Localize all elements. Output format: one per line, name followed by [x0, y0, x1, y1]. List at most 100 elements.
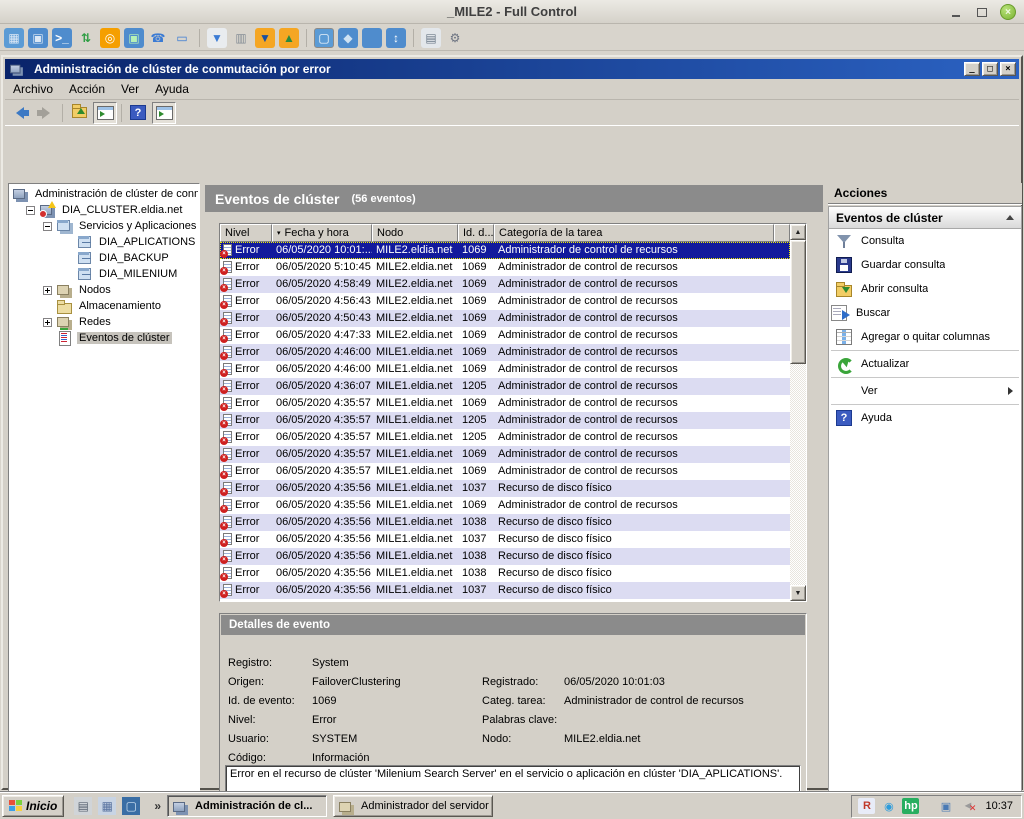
- help-button[interactable]: ?: [126, 102, 150, 124]
- display-config-icon[interactable]: ▦: [4, 28, 24, 48]
- hp-tray-icon[interactable]: hp: [902, 798, 919, 814]
- forward-button[interactable]: [34, 102, 58, 124]
- file-group-icon[interactable]: ▥: [231, 28, 251, 48]
- column-header-filler[interactable]: [774, 224, 790, 242]
- mmc-titlebar[interactable]: Administración de clúster de conmutación…: [5, 59, 1019, 79]
- back-button[interactable]: [8, 102, 32, 124]
- action-consulta[interactable]: Consulta: [829, 229, 1021, 253]
- task-cluster-admin[interactable]: Administración de cl...: [167, 795, 327, 817]
- event-row[interactable]: ×Error 06/05/2020 4:35:57 MILE1.eldia.ne…: [220, 463, 790, 480]
- show-desktop-icon[interactable]: ▢: [122, 797, 140, 815]
- scrollbar-track[interactable]: [790, 364, 806, 585]
- send-keys-icon[interactable]: ▣: [124, 28, 144, 48]
- scroll-up-button[interactable]: ▲: [790, 224, 806, 240]
- tree-item-dia-aplications[interactable]: DIA_APLICATIONS: [10, 234, 198, 250]
- fit-height-icon[interactable]: ↕: [386, 28, 406, 48]
- tree-expander[interactable]: [43, 222, 52, 231]
- column-header-1[interactable]: ▾Fecha y hora: [272, 224, 372, 242]
- event-row[interactable]: ×Error 06/05/2020 4:46:00 MILE1.eldia.ne…: [220, 361, 790, 378]
- tree-item-servicios-aplicaciones[interactable]: Servicios y Aplicaciones: [10, 218, 198, 234]
- event-row[interactable]: ×Error 06/05/2020 4:35:56 MILE1.eldia.ne…: [220, 531, 790, 548]
- event-row[interactable]: ×Error 06/05/2020 4:35:56 MILE1.eldia.ne…: [220, 548, 790, 565]
- up-one-level-button[interactable]: [67, 102, 91, 124]
- terminal-icon[interactable]: >_: [52, 28, 72, 48]
- mmc-maximize-button[interactable]: □: [982, 62, 998, 76]
- event-row[interactable]: ×Error 06/05/2020 10:01:... MILE2.eldia.…: [220, 242, 790, 259]
- upload-box-icon[interactable]: ▲: [279, 28, 299, 48]
- window-view-icon[interactable]: [362, 28, 382, 48]
- action-abrir-consulta[interactable]: Abrir consulta: [829, 277, 1021, 301]
- column-header-0[interactable]: Nivel: [220, 224, 272, 242]
- event-row[interactable]: ×Error 06/05/2020 4:58:49 MILE2.eldia.ne…: [220, 276, 790, 293]
- tree-item-redes[interactable]: Redes: [10, 314, 198, 330]
- scale-view-icon[interactable]: ▢: [314, 28, 334, 48]
- menu-ver[interactable]: Ver: [113, 80, 147, 98]
- show-console-tree-button[interactable]: [93, 102, 117, 124]
- actions-section-header[interactable]: Eventos de clúster: [829, 207, 1021, 229]
- event-row[interactable]: ×Error 06/05/2020 4:50:43 MILE2.eldia.ne…: [220, 310, 790, 327]
- event-row[interactable]: ×Error 06/05/2020 4:36:07 MILE1.eldia.ne…: [220, 378, 790, 395]
- tree-item-nodos[interactable]: Nodos: [10, 282, 198, 298]
- events-vertical-scrollbar[interactable]: ▲ ▼: [790, 224, 806, 601]
- fullscreen-icon[interactable]: ◆: [338, 28, 358, 48]
- column-header-4[interactable]: Categoría de la tarea: [494, 224, 774, 242]
- network-tray-icon[interactable]: ▣: [937, 798, 954, 814]
- tools-icon[interactable]: ⚙: [445, 28, 465, 48]
- host-minimize-button[interactable]: [948, 4, 964, 20]
- download-box-icon[interactable]: ▼: [255, 28, 275, 48]
- tree-expander[interactable]: [43, 318, 52, 327]
- volume-muted-tray-icon[interactable]: ◄✕: [959, 798, 976, 814]
- tree-item-dia-backup[interactable]: DIA_BACKUP: [10, 250, 198, 266]
- scroll-down-button[interactable]: ▼: [790, 585, 806, 601]
- event-row[interactable]: ×Error 06/05/2020 4:35:56 MILE1.eldia.ne…: [220, 514, 790, 531]
- scrollbar-thumb[interactable]: [790, 240, 806, 364]
- mmc-close-button[interactable]: ×: [1000, 62, 1016, 76]
- ctrl-alt-del-icon[interactable]: ◎: [100, 28, 120, 48]
- event-row[interactable]: ×Error 06/05/2020 4:47:33 MILE2.eldia.ne…: [220, 327, 790, 344]
- start-button[interactable]: Inicio: [2, 795, 64, 817]
- vnc-server-tray-icon[interactable]: R: [858, 798, 875, 814]
- quick-launch-overflow-chevron[interactable]: »: [154, 799, 161, 813]
- column-header-2[interactable]: Nodo: [372, 224, 458, 242]
- event-row[interactable]: ×Error 06/05/2020 5:10:45 MILE2.eldia.ne…: [220, 259, 790, 276]
- mmc-minimize-button[interactable]: _: [964, 62, 980, 76]
- tree-item-almacenamiento[interactable]: Almacenamiento: [10, 298, 198, 314]
- menu-ayuda[interactable]: Ayuda: [147, 80, 197, 98]
- tree-item-dia-milenium[interactable]: DIA_MILENIUM: [10, 266, 198, 282]
- tree-item-root[interactable]: Administración de clúster de conmu: [10, 186, 198, 202]
- event-row[interactable]: ×Error 06/05/2020 4:35:56 MILE1.eldia.ne…: [220, 480, 790, 497]
- event-row[interactable]: ×Error 06/05/2020 4:35:56 MILE1.eldia.ne…: [220, 497, 790, 514]
- network-status-tray-icon[interactable]: ◉: [880, 798, 897, 814]
- tree-expander[interactable]: [26, 206, 35, 215]
- action-guardar-consulta[interactable]: Guardar consulta: [829, 253, 1021, 277]
- menu-archivo[interactable]: Archivo: [5, 80, 61, 98]
- event-row[interactable]: ×Error 06/05/2020 4:35:56 MILE1.eldia.ne…: [220, 565, 790, 582]
- action-ayuda[interactable]: Ayuda: [829, 406, 1021, 430]
- show-action-pane-button[interactable]: [152, 102, 176, 124]
- event-row[interactable]: ×Error 06/05/2020 4:35:57 MILE1.eldia.ne…: [220, 446, 790, 463]
- new-connection-icon[interactable]: ▣: [28, 28, 48, 48]
- host-close-button[interactable]: ×: [1000, 4, 1016, 20]
- action-buscar[interactable]: Buscar: [829, 301, 1021, 325]
- event-row[interactable]: ×Error 06/05/2020 4:56:43 MILE2.eldia.ne…: [220, 293, 790, 310]
- task-server-manager[interactable]: Administrador del servidor: [333, 795, 493, 817]
- event-row[interactable]: ×Error 06/05/2020 4:35:57 MILE1.eldia.ne…: [220, 412, 790, 429]
- action-agregar-quitar-columnas[interactable]: Agregar o quitar columnas: [829, 325, 1021, 349]
- tree-item-dia-cluster[interactable]: DIA_CLUSTER.eldia.net: [10, 202, 198, 218]
- chat-icon[interactable]: ▭: [172, 28, 192, 48]
- transfer-arrows-icon[interactable]: ⇅: [76, 28, 96, 48]
- phone-icon[interactable]: ☎: [148, 28, 168, 48]
- action-actualizar[interactable]: Actualizar: [829, 352, 1021, 376]
- file-upload-icon[interactable]: ▼: [207, 28, 227, 48]
- event-row[interactable]: ×Error 06/05/2020 4:46:00 MILE1.eldia.ne…: [220, 344, 790, 361]
- tree-expander[interactable]: [43, 286, 52, 295]
- action-ver[interactable]: Ver: [829, 379, 1021, 403]
- event-row[interactable]: ×Error 06/05/2020 4:35:57 MILE1.eldia.ne…: [220, 395, 790, 412]
- event-row[interactable]: ×Error 06/05/2020 4:35:56 MILE1.eldia.ne…: [220, 582, 790, 599]
- column-header-3[interactable]: Id. d...: [458, 224, 494, 242]
- server-manager-icon[interactable]: ▤: [74, 797, 92, 815]
- menu-acción[interactable]: Acción: [61, 80, 113, 98]
- clone-window-icon[interactable]: ▤: [421, 28, 441, 48]
- host-restore-button[interactable]: [974, 4, 990, 20]
- event-row[interactable]: ×Error 06/05/2020 4:35:57 MILE1.eldia.ne…: [220, 429, 790, 446]
